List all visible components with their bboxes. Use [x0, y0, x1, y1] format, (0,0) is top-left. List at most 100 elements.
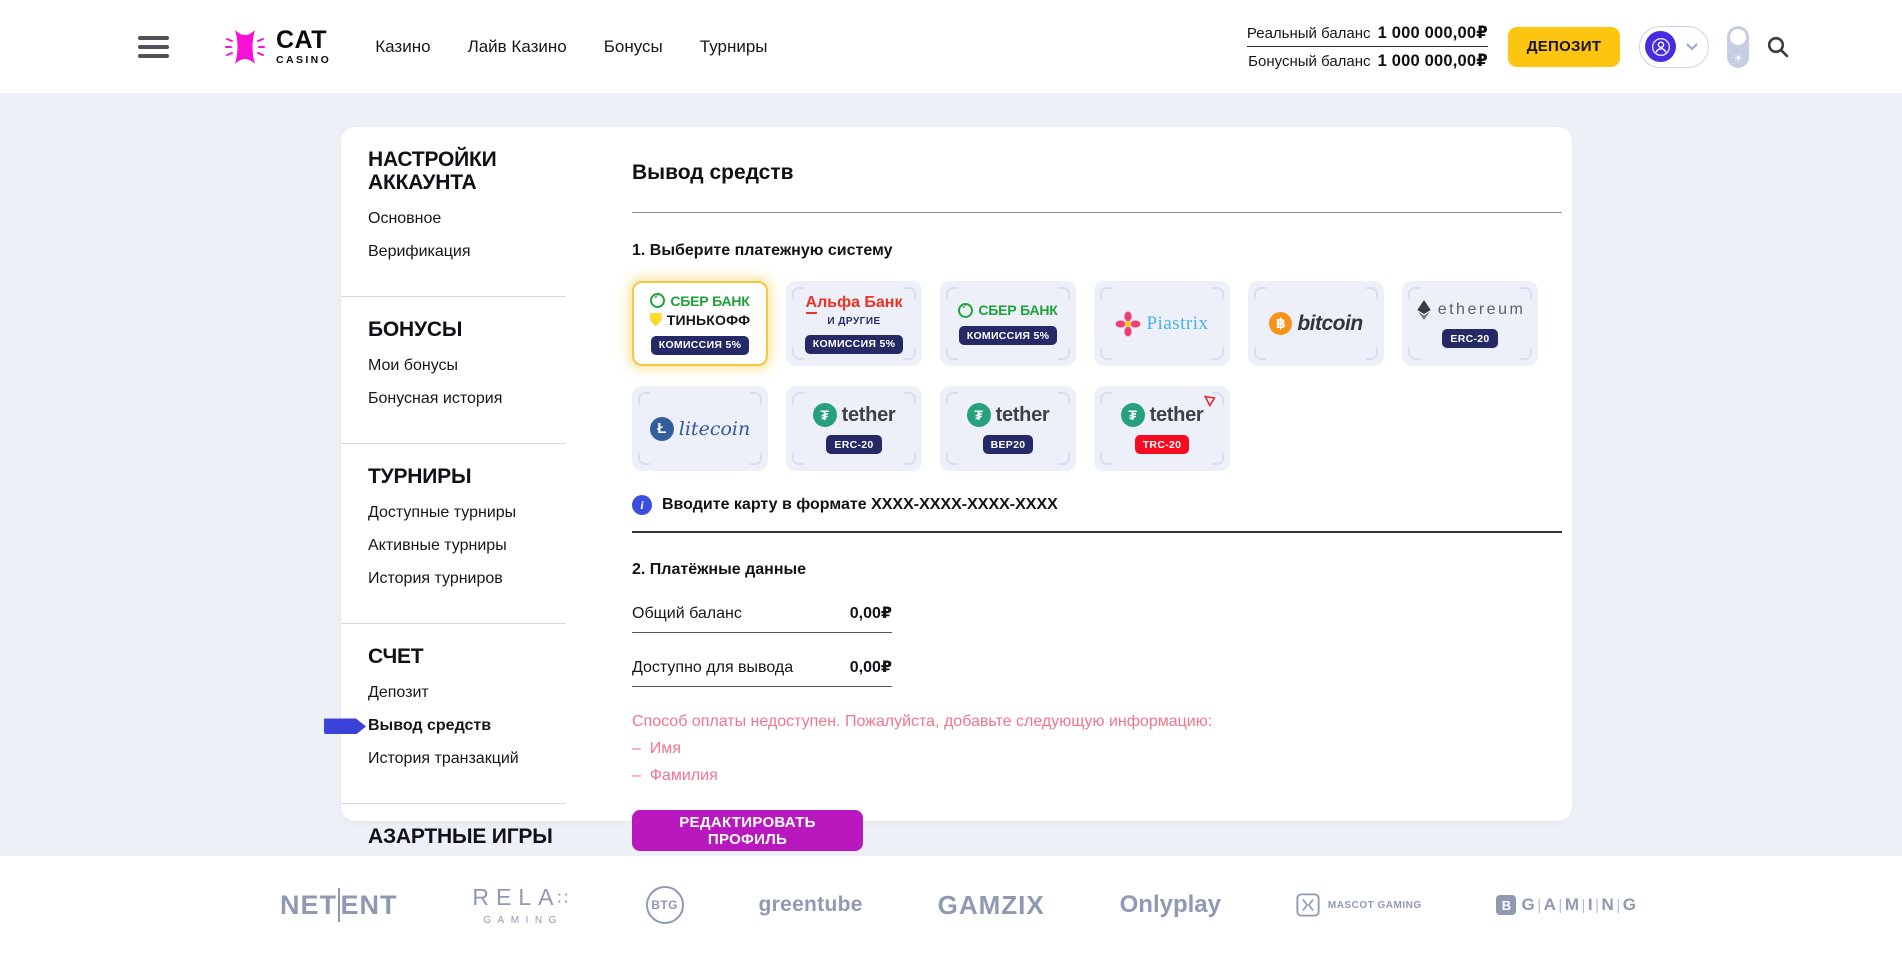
tether-label: tether	[996, 404, 1050, 427]
corner-mark	[904, 287, 916, 299]
corner-mark	[1366, 287, 1378, 299]
corner-mark	[1520, 348, 1532, 360]
ethereum-icon	[1415, 299, 1433, 321]
tether-icon: ₮	[1121, 403, 1145, 427]
sidebar-item-label: История турниров	[368, 570, 503, 587]
litecoin-icon: Ł	[650, 417, 674, 441]
corner-mark	[1212, 287, 1224, 299]
provider-logo-bgaming: BG|A|M|I|N|G	[1496, 895, 1636, 915]
piastrix-icon	[1115, 311, 1141, 337]
sidebar-section-title: АЗАРТНЫЕ ИГРЫ	[368, 825, 554, 848]
payment-method-litecoin[interactable]: Łlitecoin	[632, 386, 768, 471]
balance-row-label: Общий баланс	[632, 605, 742, 623]
deposit-button[interactable]: ДЕПОЗИТ	[1508, 27, 1620, 67]
info-icon: i	[632, 495, 652, 515]
info-note-text: Вводите карту в формате XXXX-XXXX-XXXX-X…	[662, 496, 1058, 514]
sidebar-item-main[interactable]: Основное	[368, 210, 554, 228]
balance-value: 1 000 000,00₽	[1378, 23, 1488, 43]
sidebar-section-title: СЧЕТ	[368, 645, 554, 668]
ethereum-label: ethereum	[1438, 301, 1526, 319]
profile-menu[interactable]	[1639, 26, 1709, 68]
main-nav: Казино Лайв Казино Бонусы Турниры	[375, 37, 767, 57]
corner-mark	[792, 348, 804, 360]
providers-footer: NETENTRELA∙∙∙∙GAMINGBTGgreentubeGAMZIXOn…	[0, 856, 1902, 954]
sberbank-label: СБЕР БАНК	[670, 293, 749, 309]
corner-mark	[750, 453, 762, 465]
sidebar-section-title: ТУРНИРЫ	[368, 465, 554, 488]
payment-method-tether-trc20[interactable]: ₮tetherTRC-20	[1094, 386, 1230, 471]
sidebar-item-verification[interactable]: Верификация	[368, 243, 554, 261]
payment-method-sber-tinkoff[interactable]: СБЕР БАНКТИНЬКОФФКОМИССИЯ 5%	[632, 281, 768, 366]
payment-method-ethereum[interactable]: ethereumERC-20	[1402, 281, 1538, 366]
corner-mark	[904, 348, 916, 360]
active-item-arrow	[324, 718, 366, 734]
corner-mark	[1212, 453, 1224, 465]
provider-logo-netent: NETENT	[280, 888, 398, 922]
sidebar-item-transaction-history[interactable]: История транзакций	[368, 750, 554, 768]
provider-logo-greentube: greentube	[759, 893, 863, 917]
commission-badge: ERC-20	[826, 435, 881, 454]
cat-logo-icon	[223, 25, 267, 69]
corner-mark	[1100, 392, 1112, 404]
provider-logo-onlyplay: Onlyplay	[1120, 891, 1221, 919]
search-button[interactable]	[1766, 35, 1790, 59]
sidebar-item-label: Основное	[368, 210, 441, 227]
sidebar-item-my-bonuses[interactable]: Мои бонусы	[368, 357, 554, 375]
corner-mark	[638, 453, 650, 465]
payment-method-tether-erc20[interactable]: ₮tetherERC-20	[786, 386, 922, 471]
payment-method-alfa-bank[interactable]: Альфа БанкИ ДРУГИЕКОМИССИЯ 5%	[786, 281, 922, 366]
tether-icon: ₮	[967, 403, 991, 427]
sidebar-item-active-tournaments[interactable]: Активные турниры	[368, 537, 554, 555]
provider-logo-gamzix: GAMZIX	[938, 890, 1045, 921]
missing-field-item: – Имя	[632, 740, 1562, 758]
edit-profile-button[interactable]: РЕДАКТИРОВАТЬ ПРОФИЛЬ	[632, 810, 863, 851]
nav-link-tournaments[interactable]: Турниры	[700, 37, 768, 57]
toggle-knob	[1730, 29, 1746, 45]
account-panel: НАСТРОЙКИ АККАУНТАОсновноеВерификацияБОН…	[341, 127, 1572, 821]
corner-mark	[792, 287, 804, 299]
providers-row: NETENTRELA∙∙∙∙GAMINGBTGgreentubeGAMZIXOn…	[280, 884, 1637, 926]
hamburger-menu-icon[interactable]	[138, 36, 169, 58]
sidebar-item-label: Бонусная история	[368, 390, 502, 407]
corner-mark	[1058, 392, 1070, 404]
balance-label: Реальный баланс	[1247, 25, 1371, 42]
corner-mark	[904, 453, 916, 465]
sidebar-section-bonuses: БОНУСЫМои бонусыБонусная история	[341, 297, 566, 444]
account-balance-row: Общий баланс0,00₽	[632, 603, 892, 633]
balance-block: Реальный баланс1 000 000,00₽Бонусный бал…	[1247, 19, 1488, 74]
bitcoin-label: bitcoin	[1297, 312, 1362, 336]
sidebar-item-label: Депозит	[368, 684, 429, 701]
nav-link-casino[interactable]: Казино	[375, 37, 430, 57]
tinkoff-label: ТИНЬКОФФ	[667, 312, 751, 328]
header: CAT CASINO Казино Лайв Казино Бонусы Турнир…	[0, 0, 1902, 93]
payment-method-tether-bep20[interactable]: ₮tetherBEP20	[940, 386, 1076, 471]
payment-method-piastrix[interactable]: Piastrix	[1094, 281, 1230, 366]
payment-method-bitcoin[interactable]: ฿bitcoin	[1248, 281, 1384, 366]
corner-mark	[1408, 287, 1420, 299]
chevron-down-icon	[1686, 43, 1698, 51]
corner-mark	[1254, 348, 1266, 360]
balance-rows: Общий баланс0,00₽Доступно для вывода0,00…	[632, 603, 1562, 687]
theme-toggle[interactable]: ☀	[1727, 26, 1749, 68]
corner-mark	[1408, 348, 1420, 360]
tron-icon	[1204, 395, 1216, 407]
sidebar-item-bonus-history[interactable]: Бонусная история	[368, 390, 554, 408]
nav-link-bonuses[interactable]: Бонусы	[604, 37, 663, 57]
mascot-icon	[1296, 893, 1320, 917]
sberbank-icon	[650, 293, 665, 308]
payment-method-sberbank[interactable]: СБЕР БАНККОМИССИЯ 5%	[940, 281, 1076, 366]
balance-value: 1 000 000,00₽	[1378, 51, 1488, 71]
sidebar-section-account: СЧЕТ Депозит Вывод средств История транзакц…	[341, 624, 566, 804]
sidebar-item-tournament-history[interactable]: История турниров	[368, 570, 554, 588]
sidebar-item-label: Верификация	[368, 243, 471, 260]
corner-mark	[1520, 287, 1532, 299]
sberbank-label: СБЕР БАНК	[978, 302, 1057, 318]
search-icon	[1766, 35, 1790, 59]
alfabank-label: Альфа Банк	[806, 294, 903, 312]
sidebar: НАСТРОЙКИ АККАУНТАОсновноеВерификацияБОН…	[341, 127, 566, 821]
sidebar-item-withdrawal[interactable]: Вывод средств	[368, 717, 554, 735]
nav-link-live-casino[interactable]: Лайв Казино	[468, 37, 567, 57]
sidebar-item-deposit[interactable]: Депозит	[368, 684, 554, 702]
sidebar-item-available-tournaments[interactable]: Доступные турниры	[368, 504, 554, 522]
brand-logo[interactable]: CAT CASINO	[223, 25, 331, 69]
